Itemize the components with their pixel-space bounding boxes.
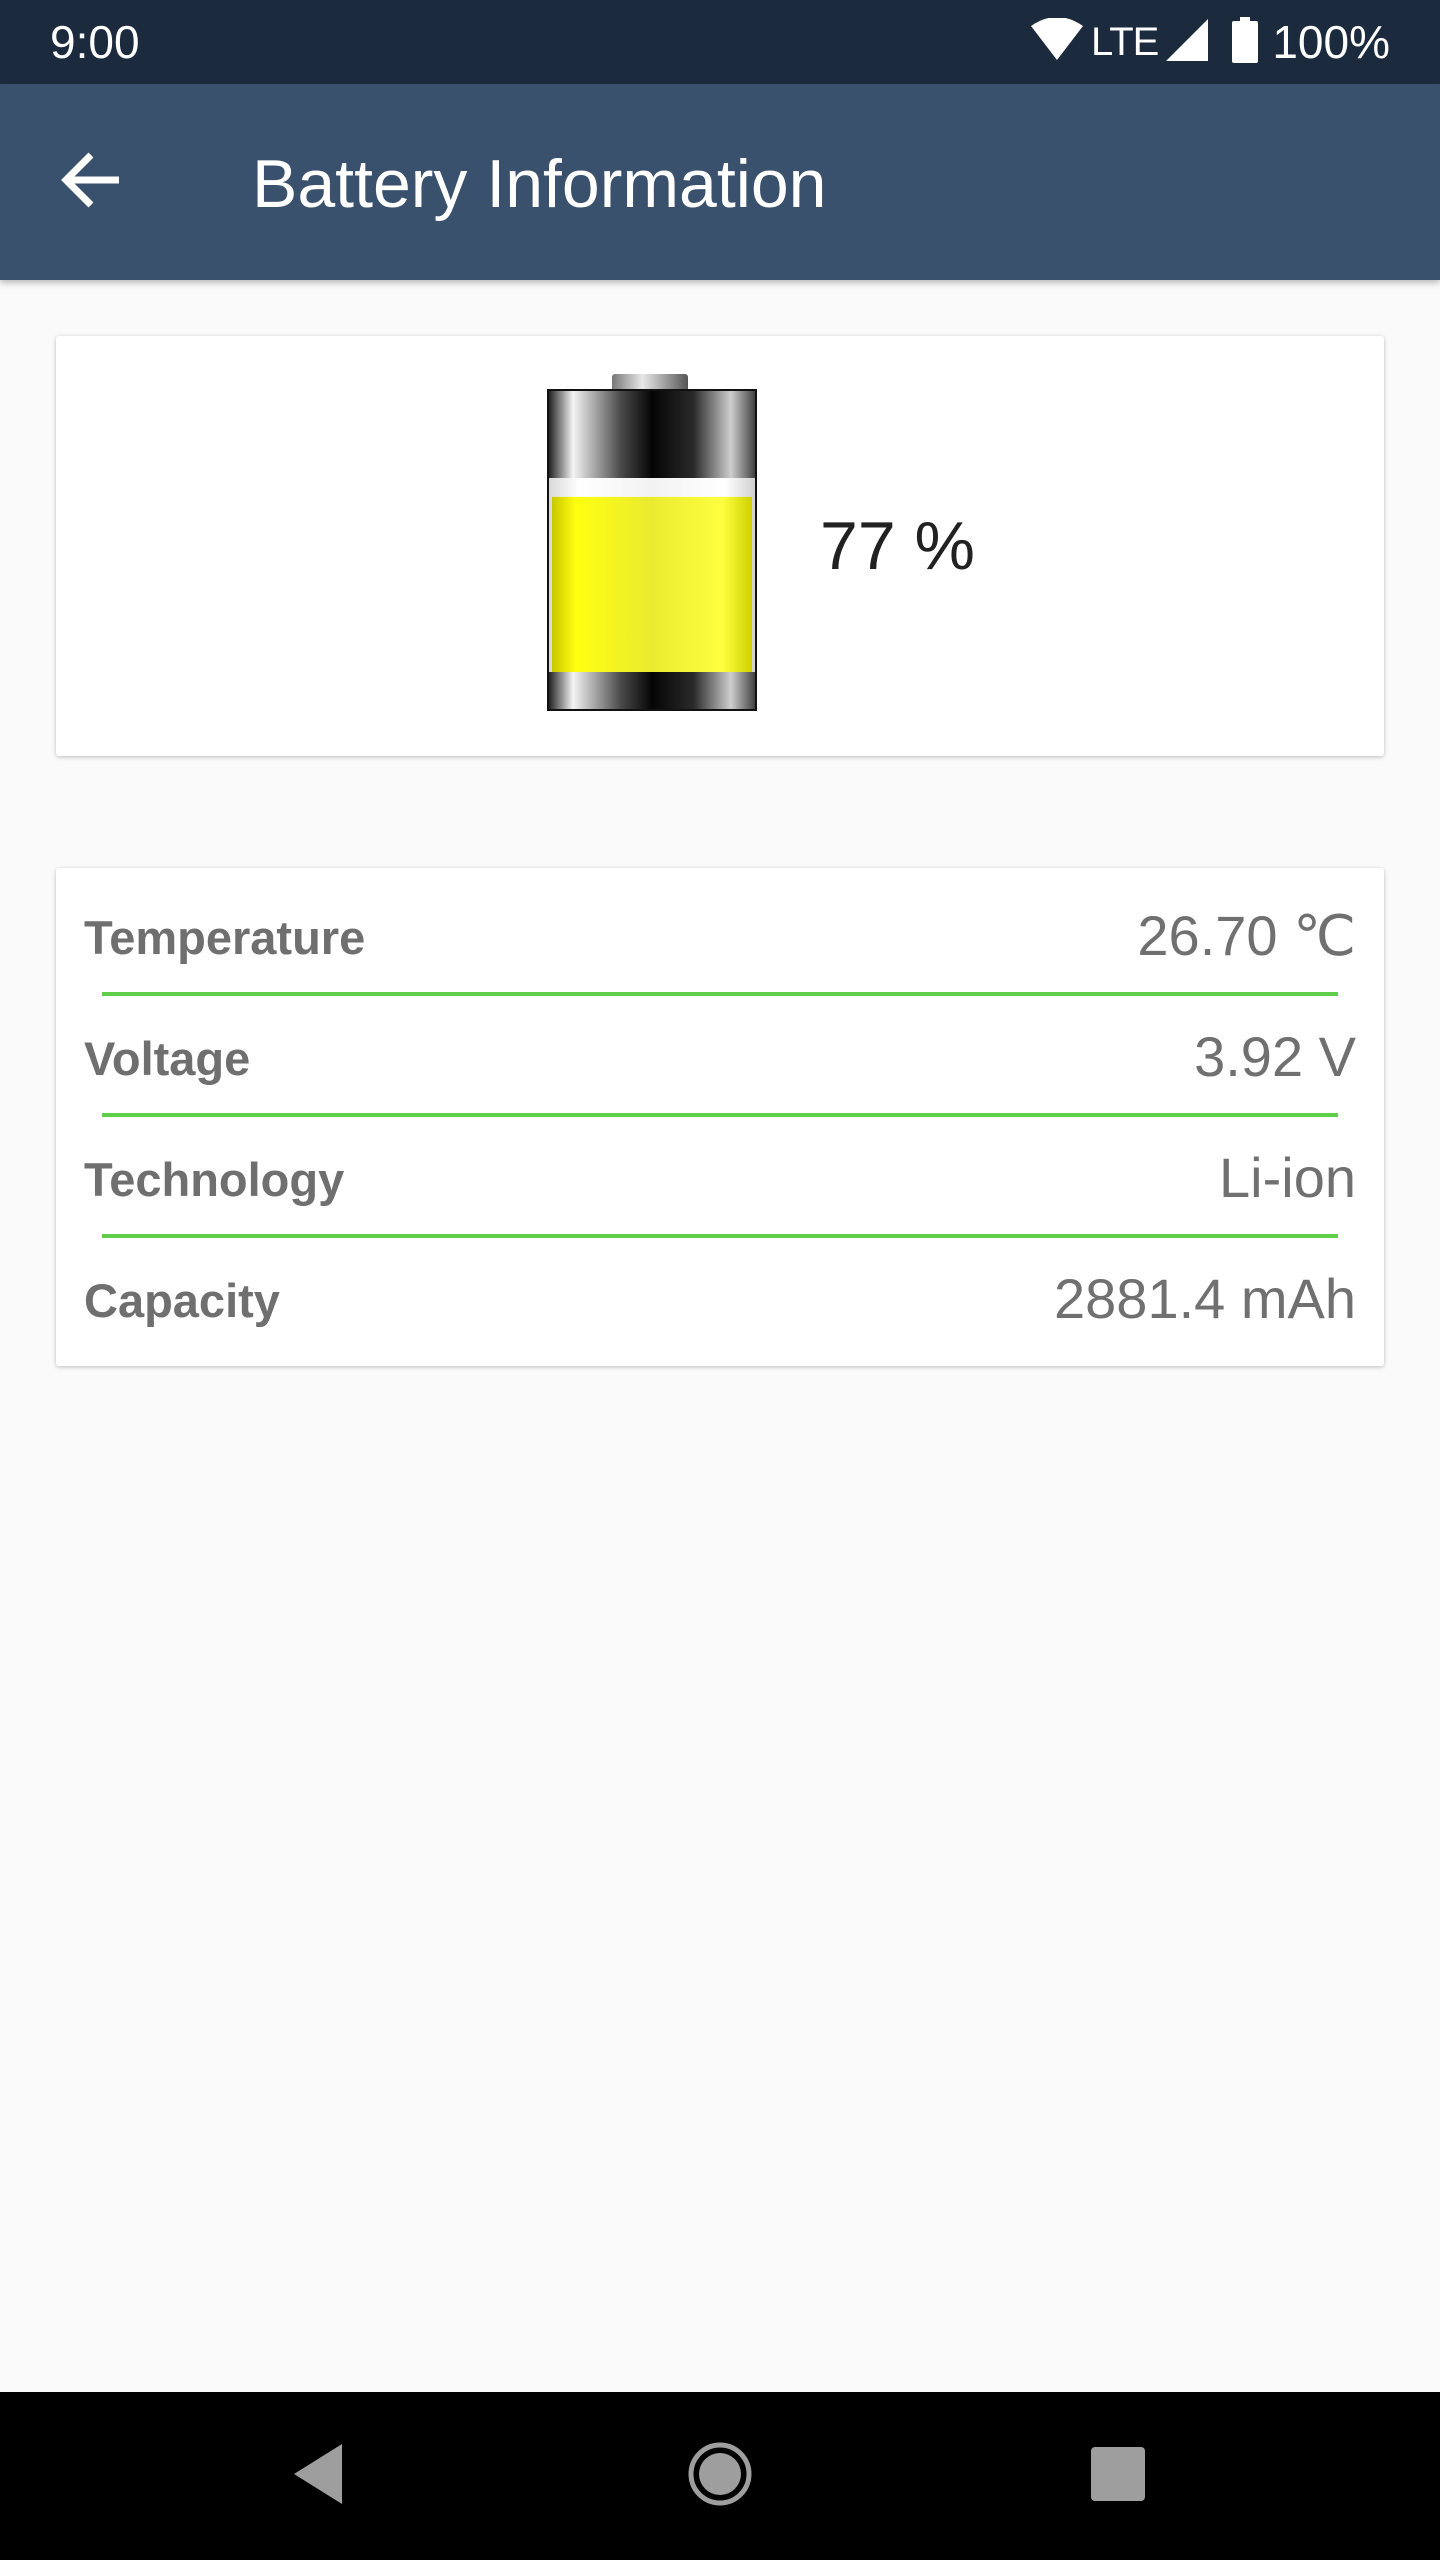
battery-level-icon	[540, 374, 764, 718]
nav-back-button[interactable]	[268, 2426, 368, 2526]
nav-recents-button[interactable]	[1068, 2426, 1168, 2526]
info-label: Technology	[84, 1153, 345, 1206]
battery-percent: 77 %	[820, 508, 975, 584]
battery-level-card: 77 %	[56, 336, 1384, 756]
nav-home-icon	[687, 2441, 753, 2512]
info-value: 26.70 ℃	[1137, 904, 1356, 967]
network-type: LTE	[1090, 19, 1159, 64]
info-value: 3.92 V	[1194, 1025, 1356, 1088]
info-row-capacity: Capacity 2881.4 mAh	[56, 1231, 1384, 1351]
info-row-technology: Technology Li-ion	[56, 1110, 1384, 1230]
info-value: 2881.4 mAh	[1054, 1267, 1356, 1330]
wifi-icon	[1029, 16, 1085, 67]
system-nav-bar	[0, 2392, 1440, 2560]
info-row-temperature: Temperature 26.70 ℃	[56, 868, 1384, 988]
app-bar: Battery Information	[0, 84, 1440, 280]
nav-recents-icon	[1091, 2446, 1145, 2506]
info-label: Capacity	[84, 1274, 280, 1327]
nav-back-icon	[290, 2442, 346, 2511]
info-label: Temperature	[84, 911, 366, 964]
nav-home-button[interactable]	[670, 2426, 770, 2526]
status-battery-percent: 100%	[1272, 16, 1390, 68]
status-bar: 9:00 LTE 100%	[0, 0, 1440, 84]
info-row-voltage: Voltage 3.92 V	[56, 989, 1384, 1109]
info-label: Voltage	[84, 1032, 251, 1085]
cell-signal-icon	[1166, 18, 1209, 66]
arrow-back-icon	[61, 152, 123, 213]
battery-full-icon	[1232, 16, 1259, 68]
status-time: 9:00	[50, 16, 140, 68]
back-button[interactable]	[44, 134, 140, 230]
info-value: Li-ion	[1219, 1146, 1356, 1209]
battery-details-card: Temperature 26.70 ℃ Voltage 3.92 V Techn…	[56, 868, 1384, 1366]
status-icons: LTE 100%	[1029, 14, 1390, 70]
page-title: Battery Information	[252, 146, 827, 222]
